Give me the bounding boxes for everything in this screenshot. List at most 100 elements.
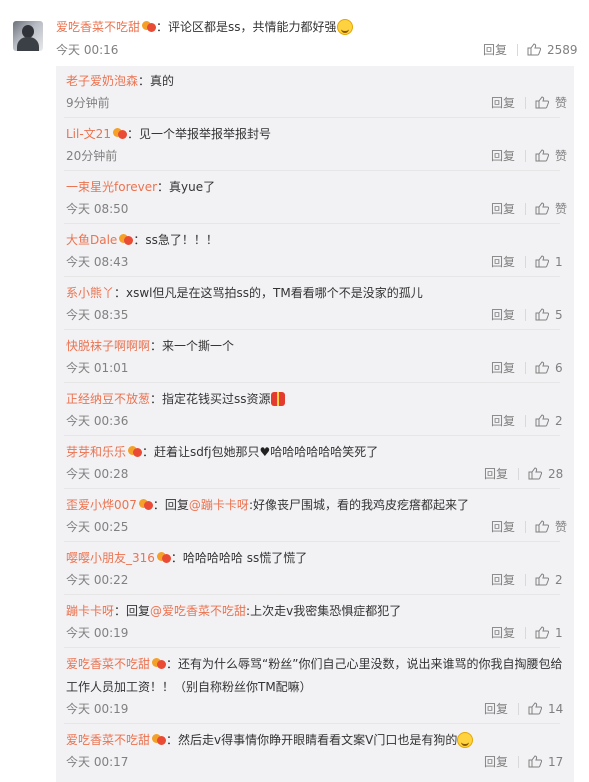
divider [525, 97, 526, 109]
reply-button[interactable]: 回复 [484, 754, 508, 770]
like-count: 2 [555, 573, 563, 587]
thumb-up-icon [535, 520, 549, 533]
username-link[interactable]: 一束星光forever [66, 180, 157, 194]
reply-body: 大鱼Dale ：ss急了！！！ [66, 231, 218, 249]
reply-button[interactable]: 回复 [491, 254, 515, 270]
comment-time: 今天 00:16 [56, 43, 119, 57]
like-button[interactable]: 6 [535, 360, 563, 376]
thumb-up-icon [535, 96, 549, 109]
reply-time: 今天 00:25 [66, 520, 129, 534]
row-divider [64, 117, 560, 118]
reply-time: 今天 08:35 [66, 308, 129, 322]
reply-button[interactable]: 回复 [491, 307, 515, 323]
username-link[interactable]: 歪爱小烨007 [66, 498, 137, 512]
thumb-up-icon [535, 361, 549, 374]
username-link[interactable]: 爱吃香菜不吃甜 [66, 733, 150, 747]
row-divider [64, 382, 560, 383]
reply-button[interactable]: 回复 [491, 360, 515, 376]
like-button[interactable]: 赞 [535, 148, 567, 164]
reply-body: 正经纳豆不放葱：指定花钱买过ss资源 [66, 390, 285, 408]
divider [525, 150, 526, 162]
reply-text: ：然后走v得事情你睁开眼睛看看文案V门口也是有狗的 [166, 733, 458, 747]
reply-button[interactable]: 回复 [483, 42, 507, 58]
row-divider [64, 435, 560, 436]
reply-button[interactable]: 回复 [484, 701, 508, 717]
comment-text: ：评论区都是ss，共情能力都好强 [156, 20, 337, 34]
like-count: 赞 [555, 96, 568, 110]
avatar[interactable] [13, 21, 43, 51]
mention-link[interactable]: @爱吃香菜不吃甜 [150, 604, 246, 618]
like-button[interactable]: 2589 [527, 42, 578, 58]
like-button[interactable]: 5 [535, 307, 563, 323]
username-link[interactable]: 正经纳豆不放葱 [66, 392, 150, 406]
reply-button[interactable]: 回复 [491, 519, 515, 535]
reply-time: 今天 00:19 [66, 702, 129, 716]
like-button[interactable]: 2 [535, 572, 563, 588]
divider [525, 203, 526, 215]
reply-button[interactable]: 回复 [484, 466, 508, 482]
like-count: 2589 [547, 43, 578, 57]
reply-button[interactable]: 回复 [491, 413, 515, 429]
username-link[interactable]: Lil-文21 [66, 127, 111, 141]
thumb-up-icon [535, 308, 549, 321]
divider [525, 362, 526, 374]
reply-body: 芽芽和乐乐 ：赶着让sdfj包她那只♥哈哈哈哈哈哈笑死了 [66, 443, 378, 461]
mention-link[interactable]: @蹦卡卡呀 [189, 498, 249, 512]
thumb-up-icon [527, 43, 541, 56]
reply-button[interactable]: 回复 [491, 95, 515, 111]
member-badge-icon [142, 20, 157, 32]
username-link[interactable]: 爱吃香菜不吃甜 [56, 20, 140, 34]
reply-time: 今天 00:19 [66, 626, 129, 640]
like-button[interactable]: 2 [535, 413, 563, 429]
like-count: 28 [548, 467, 564, 481]
reply-text: ：ss急了！！！ [133, 233, 218, 247]
reply-body: 歪爱小烨007 ：回复@蹦卡卡呀:好像丧尸围城，看的我鸡皮疙瘩都起来了 [66, 496, 469, 514]
reply-text: ：见一个举报举报举报封号 [126, 127, 271, 141]
reply-button[interactable]: 回复 [491, 201, 515, 217]
username-link[interactable]: 快脱袜子啊啊啊 [66, 339, 150, 353]
reply-body: Lil-文21 ：见一个举报举报举报封号 [66, 125, 271, 143]
username-link[interactable]: 蹦卡卡呀 [66, 604, 114, 618]
like-button[interactable]: 28 [528, 466, 563, 482]
top-comment: 爱吃香菜不吃甜 ：评论区都是ss，共情能力都好强 今天 00:16 回复 2589 [0, 0, 589, 66]
username-link[interactable]: 嘤嘤小朋友_316 [66, 551, 155, 565]
reply-button[interactable]: 回复 [491, 625, 515, 641]
username-link[interactable]: 爱吃香菜不吃甜 [66, 657, 150, 671]
smile-emoji-icon [457, 732, 474, 748]
reply-button[interactable]: 回复 [491, 148, 515, 164]
like-button[interactable]: 1 [535, 625, 563, 641]
username-link[interactable]: 大鱼Dale [66, 233, 117, 247]
reply-body: 系小熊丫：xswl但凡是在这骂拍ss的，TM看看哪个不是没家的孤儿 [66, 284, 423, 302]
like-button[interactable]: 赞 [535, 201, 567, 217]
thumb-up-icon [535, 149, 549, 162]
username-link[interactable]: 老子爱奶泡森 [66, 74, 138, 88]
reply-text: ：回复 [152, 498, 189, 512]
reply-body: 爱吃香菜不吃甜 ：然后走v得事情你睁开眼睛看看文案V门口也是有狗的 [66, 731, 474, 749]
divider [525, 256, 526, 268]
like-count: 赞 [555, 520, 568, 534]
reply-time: 今天 01:01 [66, 361, 129, 375]
like-count: 2 [555, 414, 563, 428]
thumb-up-icon [535, 573, 549, 586]
username-link[interactable]: 系小熊丫 [66, 286, 114, 300]
like-button[interactable]: 17 [528, 754, 563, 770]
like-count: 17 [548, 755, 564, 769]
divider [517, 44, 518, 56]
reply-button[interactable]: 回复 [491, 572, 515, 588]
comment-thread: 爱吃香菜不吃甜 ：评论区都是ss，共情能力都好强 今天 00:16 回复 2589… [0, 0, 589, 782]
like-button[interactable]: 14 [528, 701, 563, 717]
member-badge-icon [128, 445, 143, 457]
username-link[interactable]: 芽芽和乐乐 [66, 445, 126, 459]
like-button[interactable]: 1 [535, 254, 563, 270]
divider [518, 703, 519, 715]
reply-time: 20分钟前 [66, 149, 118, 163]
row-divider [64, 276, 560, 277]
reply-text-line2: 工作人员加工资！！（别自称粉丝你TM配嘛） [66, 680, 312, 694]
row-divider [64, 223, 560, 224]
thumb-up-icon [535, 202, 549, 215]
like-button[interactable]: 赞 [535, 95, 567, 111]
thumb-up-icon [528, 467, 542, 480]
top-comment-body: 爱吃香菜不吃甜 ：评论区都是ss，共情能力都好强 [56, 18, 353, 36]
reply-body: 蹦卡卡呀：回复@爱吃香菜不吃甜:上次走v我密集恐惧症都犯了 [66, 602, 401, 620]
like-button[interactable]: 赞 [535, 519, 567, 535]
